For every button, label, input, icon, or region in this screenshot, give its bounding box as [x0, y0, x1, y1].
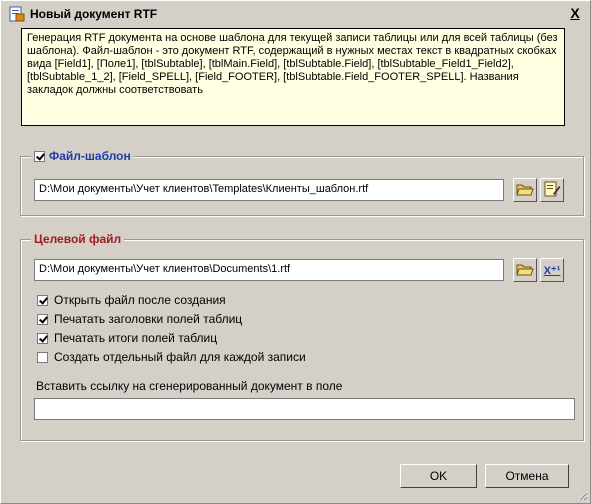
template-path-input[interactable]: D:\Мои документы\Учет клиентов\Templates…: [34, 179, 504, 201]
ok-button[interactable]: OK: [400, 464, 477, 488]
template-group-header: Файл-шаблон: [31, 149, 134, 163]
option-label: Создать отдельный файл для каждой записи: [54, 350, 306, 364]
title-bar[interactable]: Новый документ RTF X: [3, 3, 588, 25]
option-checkbox[interactable]: [37, 351, 48, 363]
rtf-document-icon: [9, 6, 25, 22]
window-title: Новый документ RTF: [30, 7, 158, 21]
option-label: Печатать итоги полей таблиц: [54, 331, 218, 345]
target-path-input[interactable]: D:\Мои документы\Учет клиентов\Documents…: [34, 259, 504, 281]
template-group-label: Файл-шаблон: [49, 149, 131, 163]
x-variable-icon: X⁺¹: [543, 264, 561, 277]
folder-open-icon: [516, 181, 534, 200]
template-edit-button[interactable]: [540, 178, 564, 202]
template-enable-checkbox[interactable]: [34, 150, 45, 162]
option-print-field-headers[interactable]: Печатать заголовки полей таблиц: [37, 312, 242, 326]
target-browse-button[interactable]: [513, 258, 537, 282]
option-checkbox[interactable]: [37, 332, 48, 344]
template-browse-button[interactable]: [513, 178, 537, 202]
resize-grip-icon[interactable]: [576, 489, 588, 501]
description-text: Генерация RTF документа на основе шаблон…: [21, 28, 565, 126]
option-separate-file-per-record[interactable]: Создать отдельный файл для каждой записи: [37, 350, 306, 364]
option-open-after-create[interactable]: Открыть файл после создания: [37, 293, 226, 307]
link-field-input[interactable]: [34, 398, 575, 420]
target-group-label: Целевой файл: [34, 232, 122, 246]
option-label: Открыть файл после создания: [54, 293, 226, 307]
target-group-header: Целевой файл: [31, 232, 125, 246]
option-label: Печатать заголовки полей таблиц: [54, 312, 243, 326]
edit-document-icon: [543, 180, 561, 201]
dialog-window: Новый документ RTF X Генерация RTF докум…: [0, 0, 591, 504]
option-checkbox[interactable]: [37, 313, 48, 325]
cancel-button[interactable]: Отмена: [485, 464, 569, 488]
option-checkbox[interactable]: [37, 294, 48, 306]
insert-variable-button[interactable]: X⁺¹: [540, 258, 564, 282]
close-button[interactable]: X: [568, 5, 582, 21]
option-print-field-totals[interactable]: Печатать итоги полей таблиц: [37, 331, 217, 345]
link-field-label: Вставить ссылку на сгенерированный докум…: [36, 379, 343, 393]
folder-open-icon: [516, 261, 534, 280]
